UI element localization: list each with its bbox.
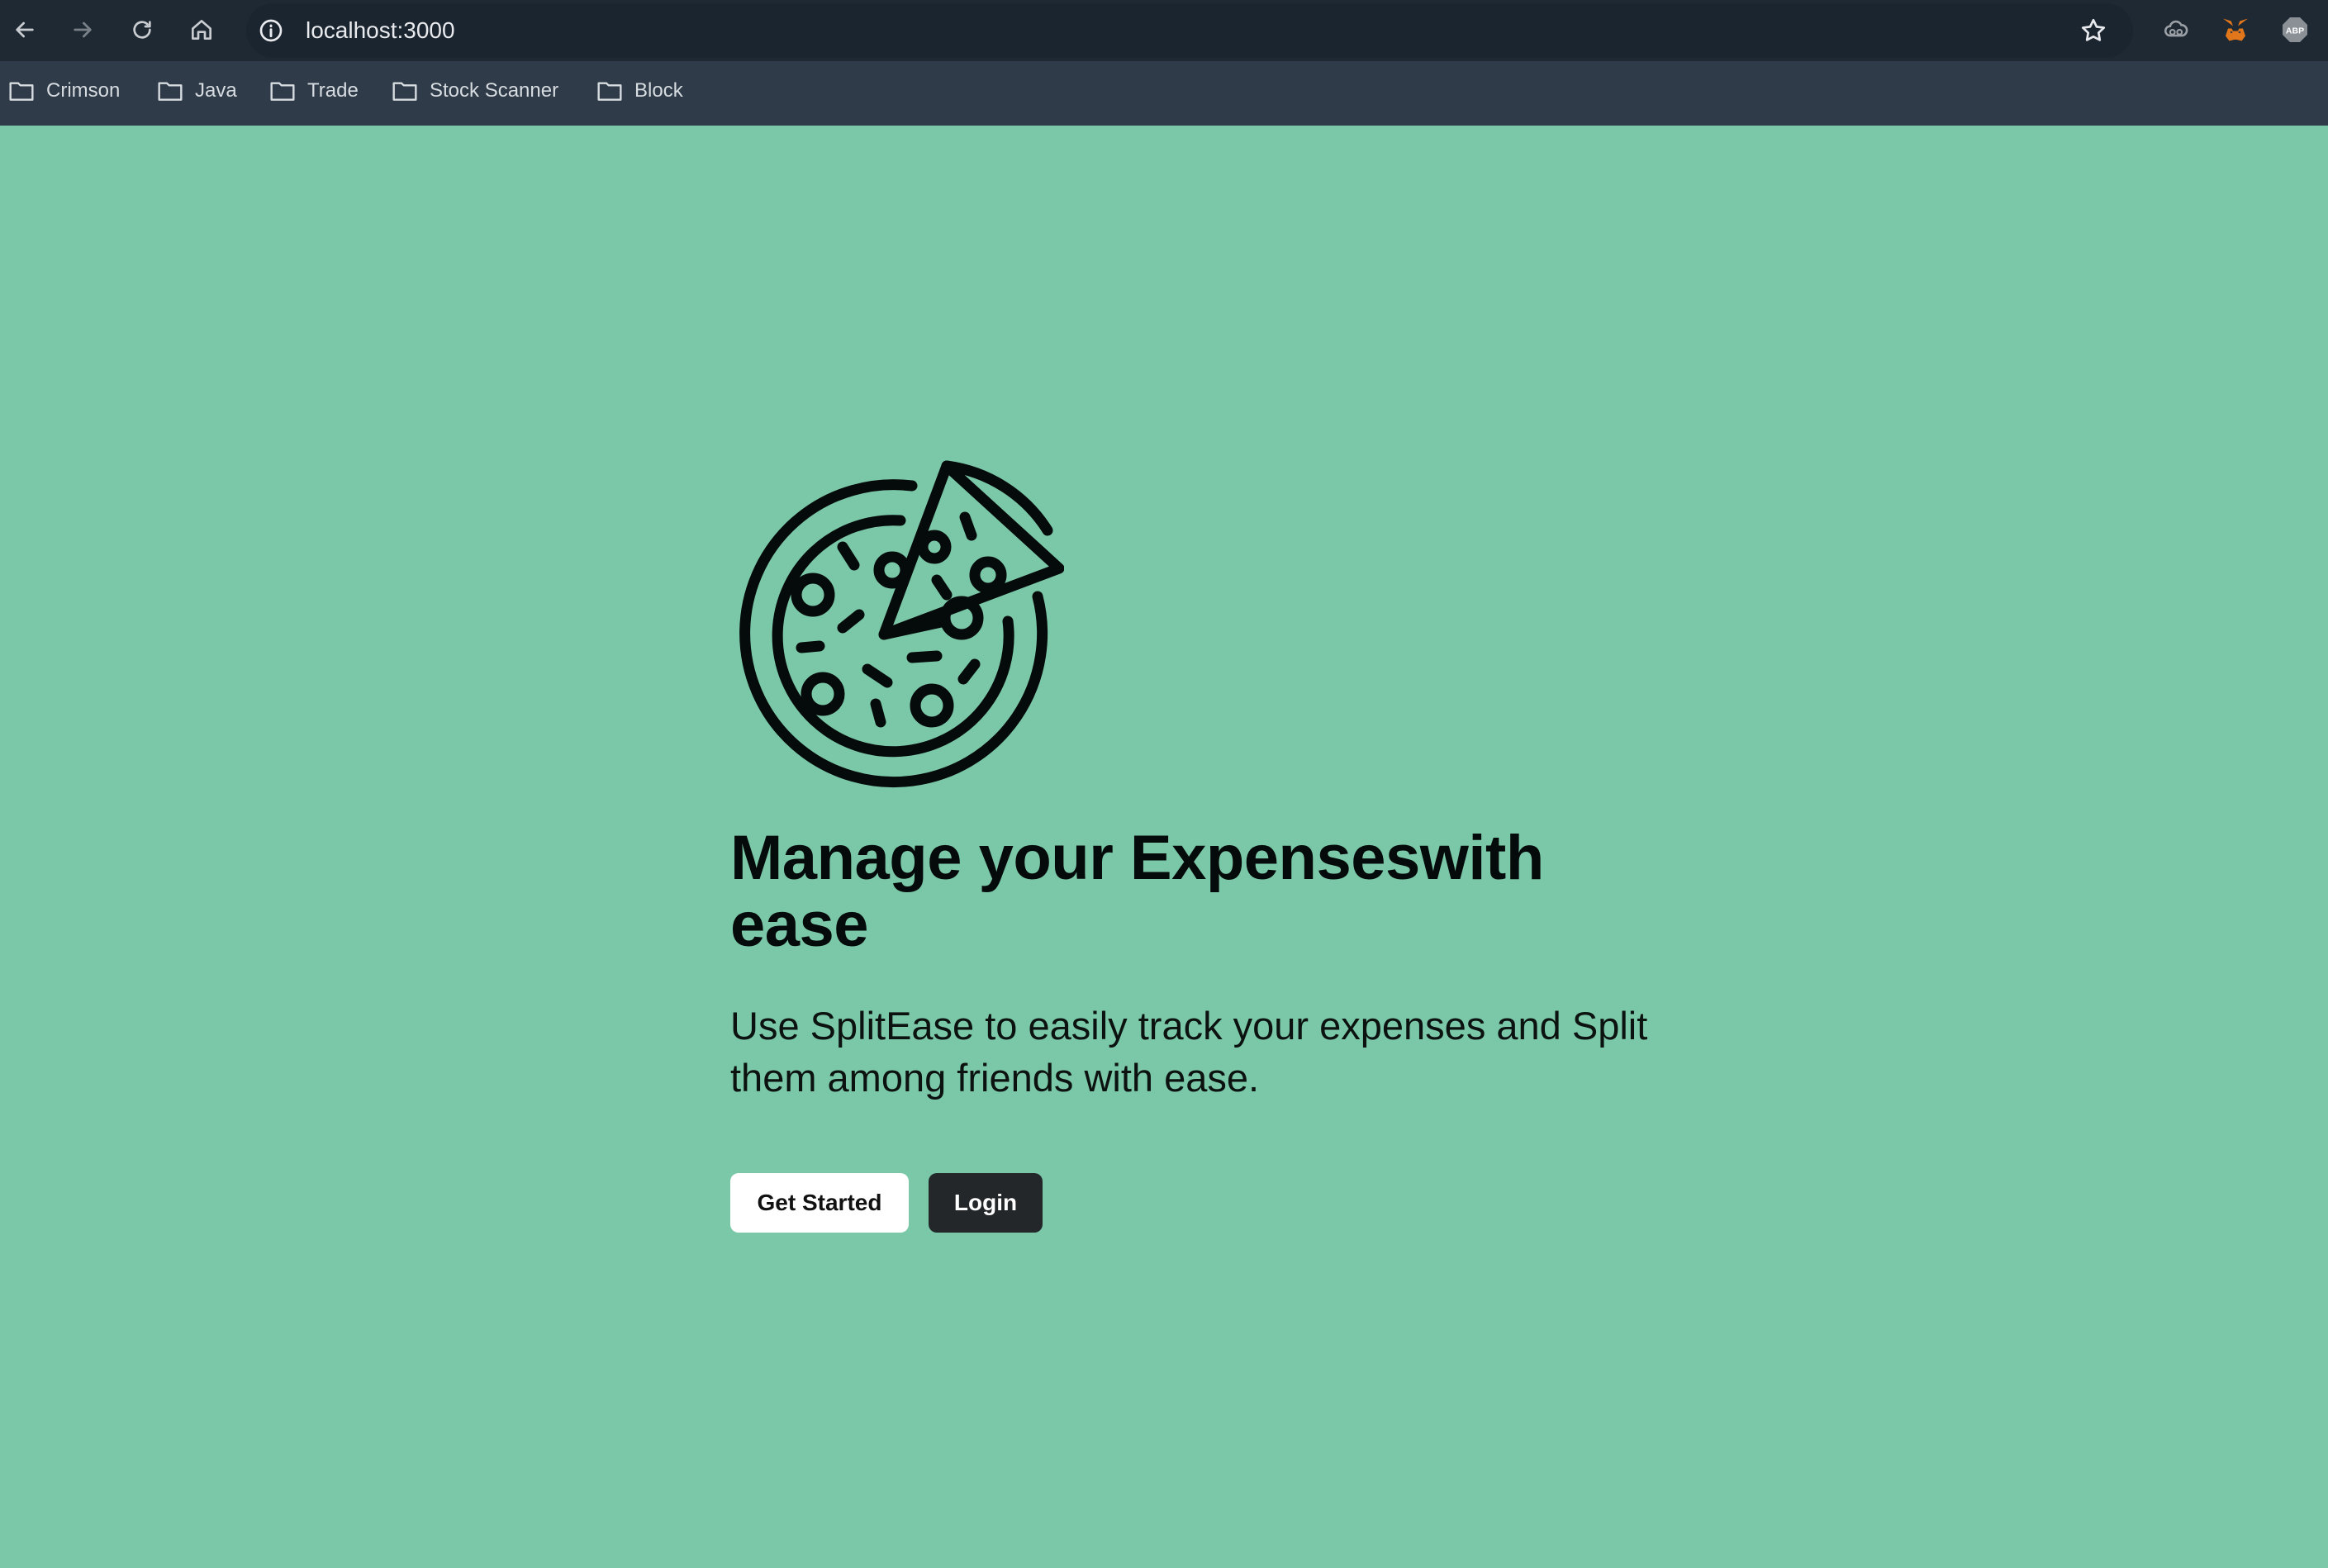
bookmark-block[interactable]: Block bbox=[596, 73, 683, 109]
bookmark-java[interactable]: Java bbox=[157, 73, 237, 109]
cloud-extension-icon bbox=[2164, 20, 2188, 37]
address-bar[interactable]: localhost:3000 bbox=[246, 3, 2133, 58]
bookmark-star-icon[interactable] bbox=[2079, 16, 2108, 45]
browser-toolbar: localhost:3000 ABP bbox=[0, 0, 2328, 61]
metamask-extension-button[interactable] bbox=[2219, 13, 2252, 46]
bookmark-label: Trade bbox=[307, 79, 359, 102]
reload-button[interactable] bbox=[122, 10, 162, 50]
forward-button[interactable] bbox=[63, 10, 102, 50]
folder-icon bbox=[9, 82, 34, 101]
bookmark-trade[interactable]: Trade bbox=[269, 73, 359, 109]
home-icon bbox=[192, 20, 211, 40]
bookmark-stock-scanner[interactable]: Stock Scanner bbox=[392, 73, 558, 109]
folder-icon bbox=[158, 82, 183, 101]
bookmark-label: Block bbox=[634, 79, 683, 102]
bookmark-label: Java bbox=[195, 79, 237, 102]
arrow-right-icon bbox=[74, 21, 92, 38]
cloud-extension-button[interactable] bbox=[2159, 13, 2193, 46]
abp-label: ABP bbox=[2286, 26, 2304, 36]
back-button[interactable] bbox=[5, 10, 45, 50]
hero-headline: Manage your Expenseswith ease bbox=[730, 824, 1639, 958]
bookmark-label: Stock Scanner bbox=[430, 79, 559, 102]
adblock-plus-icon: ABP bbox=[2283, 17, 2307, 42]
get-started-button[interactable]: Get Started bbox=[730, 1173, 909, 1233]
login-button[interactable]: Login bbox=[929, 1173, 1043, 1233]
folder-icon bbox=[270, 82, 295, 101]
metamask-fox-icon bbox=[2223, 18, 2248, 41]
headline-highlight: Expenses bbox=[1129, 823, 1420, 893]
folder-icon bbox=[597, 82, 622, 101]
bookmark-crimson[interactable]: Crimson bbox=[8, 73, 120, 109]
reload-icon bbox=[133, 21, 151, 39]
hero-subtext: Use SplitEase to easily track your expen… bbox=[730, 1004, 1648, 1100]
arrow-left-icon bbox=[16, 21, 34, 38]
headline-part1: Manage your bbox=[730, 823, 1130, 893]
adblock-extension-button[interactable]: ABP bbox=[2278, 13, 2311, 46]
bookmark-label: Crimson bbox=[46, 79, 121, 102]
home-button[interactable] bbox=[182, 10, 221, 50]
pizza-icon bbox=[739, 460, 1064, 788]
url-text[interactable]: localhost:3000 bbox=[306, 3, 455, 58]
folder-icon bbox=[392, 82, 417, 101]
site-info-icon[interactable] bbox=[258, 17, 284, 44]
